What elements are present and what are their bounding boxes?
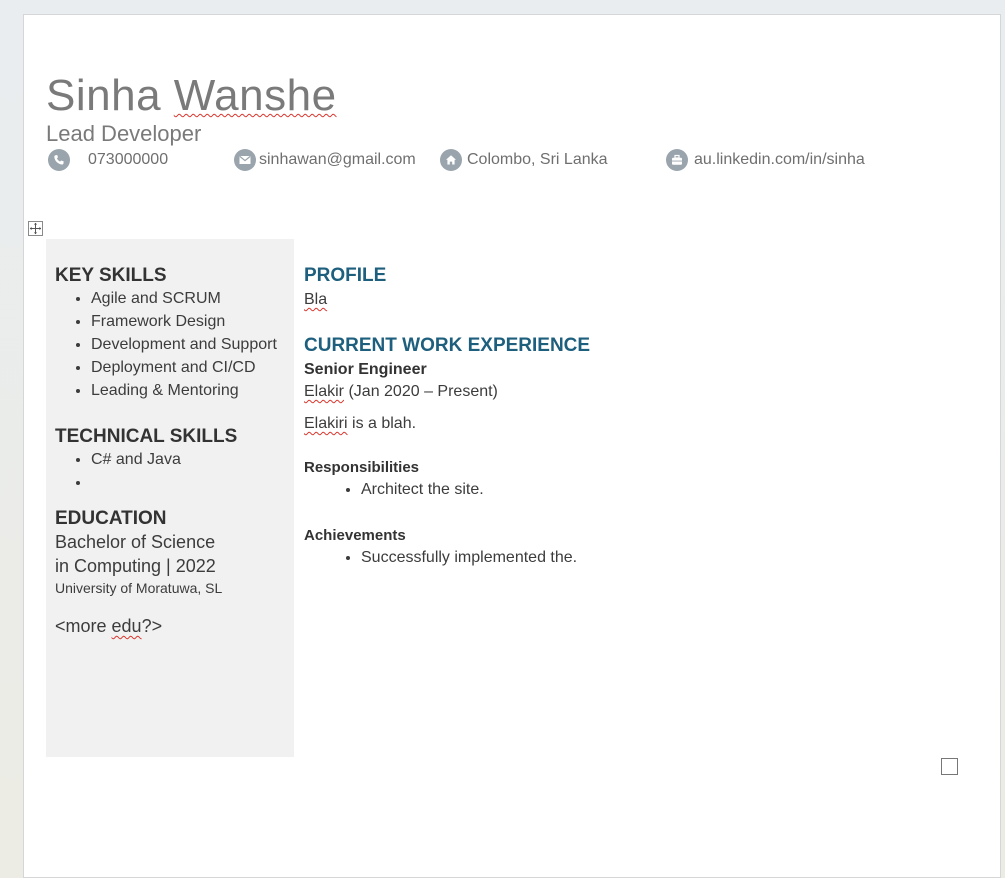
table-move-handle-icon[interactable] bbox=[28, 221, 43, 236]
resume-name[interactable]: Sinha Wanshe bbox=[46, 71, 337, 121]
key-skills-list[interactable]: Agile and SCRUM Framework Design Develop… bbox=[55, 287, 286, 402]
university-name[interactable]: University of Moratuwa, SL bbox=[55, 578, 286, 598]
sidebar-column[interactable]: KEY SKILLS Agile and SCRUM Framework Des… bbox=[46, 239, 294, 757]
technical-skills-list[interactable]: C# and Java bbox=[55, 448, 286, 494]
company-period[interactable]: Elakir (Jan 2020 – Present) bbox=[304, 381, 964, 403]
linkedin-url: au.linkedin.com/in/sinha bbox=[694, 151, 865, 168]
technical-skills-heading[interactable]: TECHNICAL SKILLS bbox=[55, 426, 286, 448]
misspelled-word: Bla bbox=[304, 291, 328, 308]
main-column[interactable]: PROFILE Bla CURRENT WORK EXPERIENCE Seni… bbox=[304, 265, 964, 570]
briefcase-icon bbox=[666, 149, 688, 171]
misspelled-word: edu bbox=[111, 616, 142, 636]
location-text: Colombo, Sri Lanka bbox=[467, 151, 608, 168]
table-resize-handle[interactable] bbox=[941, 758, 958, 775]
company-desc-name: Elakiri bbox=[304, 415, 348, 432]
placeholder-suffix: ?> bbox=[141, 616, 163, 636]
home-icon bbox=[440, 149, 462, 171]
list-item[interactable]: Deployment and CI/CD bbox=[91, 356, 286, 379]
company-name: Elakir bbox=[304, 383, 345, 400]
contact-email[interactable]: sinhawan@gmail.com bbox=[234, 149, 416, 171]
list-item[interactable]: C# and Java bbox=[91, 448, 286, 471]
list-item[interactable]: Architect the site. bbox=[361, 478, 964, 502]
phone-number: 073000000 bbox=[88, 151, 169, 168]
list-item-empty[interactable] bbox=[91, 471, 286, 494]
responsibilities-list[interactable]: Architect the site. bbox=[304, 478, 964, 502]
achievements-heading[interactable]: Achievements bbox=[304, 526, 964, 546]
employment-period: (Jan 2020 – Present) bbox=[344, 383, 498, 400]
contact-location[interactable]: Colombo, Sri Lanka bbox=[440, 149, 608, 171]
phone-icon bbox=[48, 149, 70, 171]
profile-heading[interactable]: PROFILE bbox=[304, 265, 964, 287]
profile-text[interactable]: Bla bbox=[304, 289, 964, 311]
list-item[interactable]: Successfully implemented the. bbox=[361, 546, 964, 570]
degree-line[interactable]: Bachelor of Science bbox=[55, 530, 286, 554]
job-role[interactable]: Senior Engineer bbox=[304, 359, 964, 381]
contact-phone[interactable]: 073000000 bbox=[48, 149, 168, 171]
list-item[interactable]: Framework Design bbox=[91, 310, 286, 333]
experience-heading[interactable]: CURRENT WORK EXPERIENCE bbox=[304, 335, 964, 357]
company-description[interactable]: Elakiri is a blah. bbox=[304, 413, 964, 435]
placeholder-prefix: <more bbox=[55, 616, 112, 636]
document-page[interactable]: Sinha Wanshe Lead Developer 073000000 si… bbox=[23, 14, 1001, 878]
achievements-list[interactable]: Successfully implemented the. bbox=[304, 546, 964, 570]
more-education-placeholder[interactable]: <more edu?> bbox=[55, 614, 286, 638]
first-name: Sinha bbox=[46, 71, 162, 120]
email-address: sinhawan@gmail.com bbox=[259, 151, 416, 168]
list-item[interactable]: Agile and SCRUM bbox=[91, 287, 286, 310]
contact-linkedin[interactable]: au.linkedin.com/in/sinha bbox=[666, 149, 865, 171]
job-title[interactable]: Lead Developer bbox=[46, 121, 201, 147]
education-heading[interactable]: EDUCATION bbox=[55, 508, 286, 530]
last-name-misspelled: Wanshe bbox=[173, 71, 337, 120]
company-desc-rest: is a blah. bbox=[347, 415, 417, 432]
responsibilities-heading[interactable]: Responsibilities bbox=[304, 458, 964, 478]
list-item[interactable]: Leading & Mentoring bbox=[91, 379, 286, 402]
list-item[interactable]: Development and Support bbox=[91, 333, 286, 356]
email-icon bbox=[234, 149, 256, 171]
degree-line-2[interactable]: in Computing | 2022 bbox=[55, 554, 286, 578]
key-skills-heading[interactable]: KEY SKILLS bbox=[55, 265, 286, 287]
